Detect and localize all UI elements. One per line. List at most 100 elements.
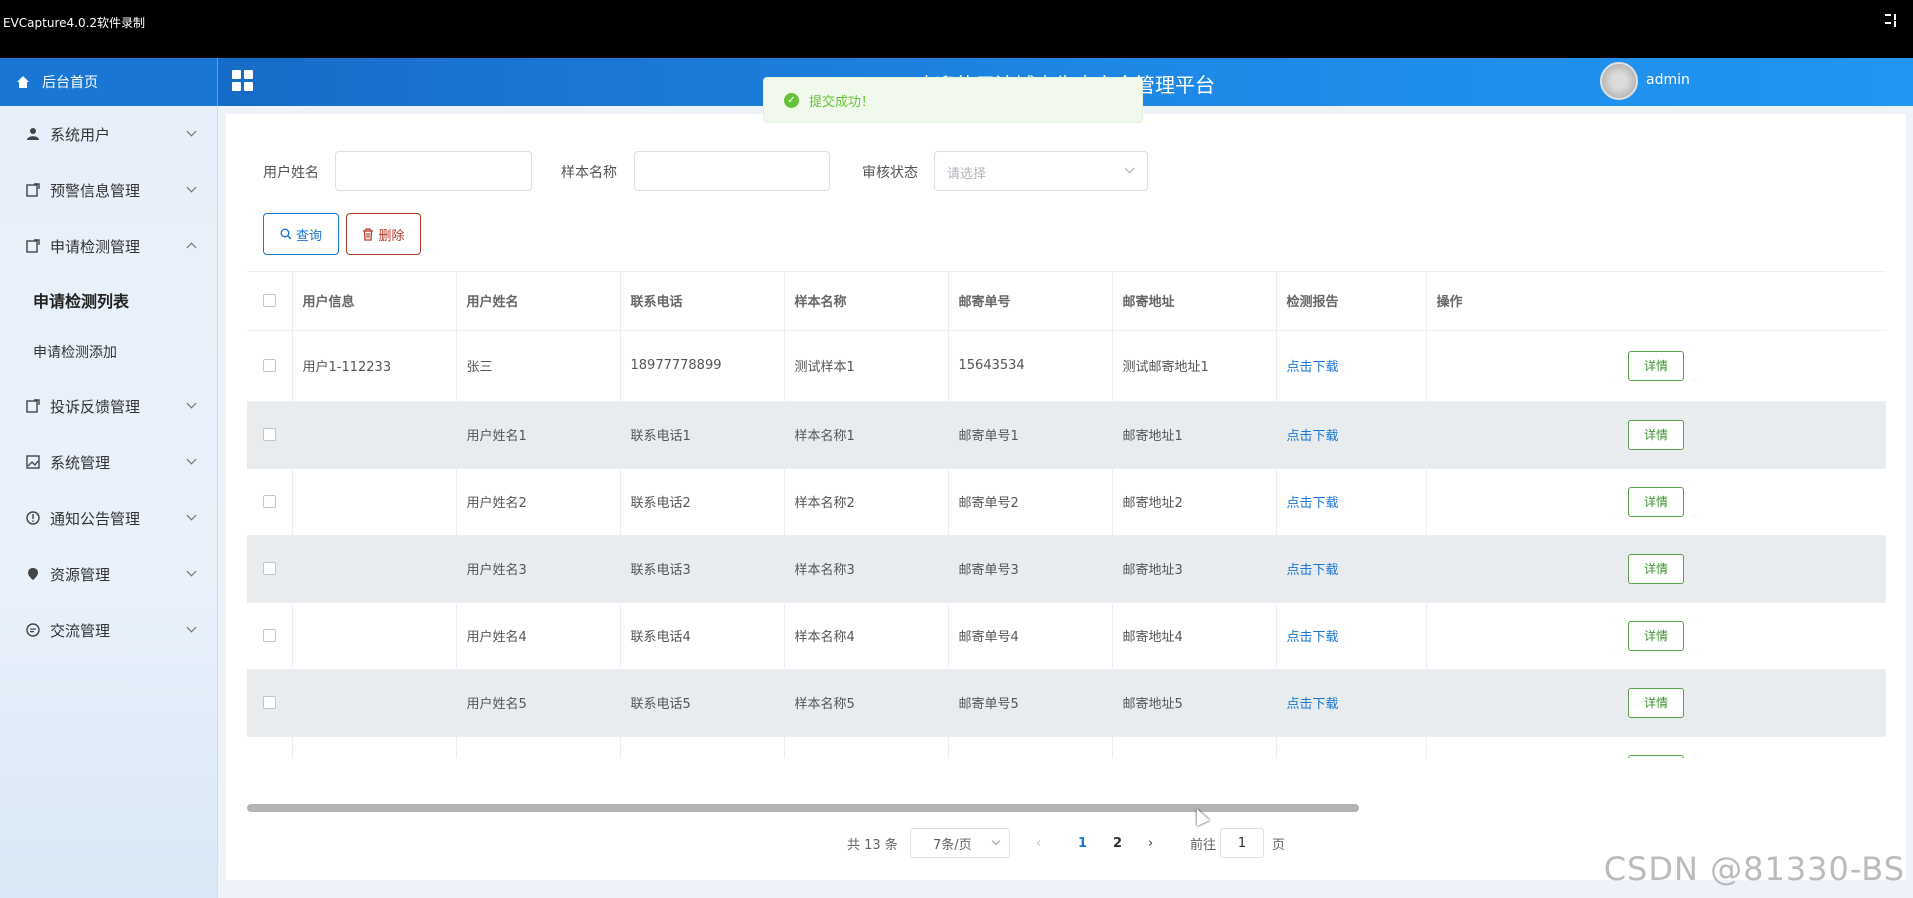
user-name-label: 用户姓名	[263, 165, 319, 181]
select-all-checkbox[interactable]	[247, 272, 293, 331]
sample-name-label: 样本名称	[561, 165, 617, 181]
row-checkbox[interactable]	[247, 468, 293, 536]
user-name-input[interactable]	[335, 151, 532, 191]
column-header: 检测报告	[1276, 272, 1427, 331]
download-report-link[interactable]: 点击下载	[1276, 602, 1427, 670]
page-number-1[interactable]: 1	[1078, 828, 1087, 858]
table-cell: 测试邮寄地址1	[1112, 330, 1277, 402]
edit-icon	[26, 239, 40, 253]
download-report-link[interactable]: 点击下载	[1276, 535, 1427, 603]
download-report-link[interactable]: 点击下载	[1276, 330, 1427, 402]
pagination-total: 共 13 条	[847, 837, 898, 853]
detail-button[interactable]: 详情	[1628, 419, 1684, 450]
chevron-down-icon	[1124, 163, 1135, 174]
download-report-link[interactable]: 点击下载	[1276, 669, 1427, 737]
table-cell	[292, 401, 457, 469]
table-cell: 样本名称5	[784, 669, 949, 737]
column-header: 用户信息	[292, 272, 457, 331]
table-row: 用户姓名6联系电话6样本名称6邮寄单号6邮寄地址6点击下载详情	[247, 736, 1886, 758]
detail-button[interactable]: 详情	[1628, 350, 1684, 381]
table-cell	[292, 535, 457, 603]
row-checkbox[interactable]	[247, 401, 293, 469]
table-cell: 邮寄单号1	[948, 401, 1113, 469]
column-header: 操作	[1426, 272, 1886, 331]
table-cell	[292, 669, 457, 737]
column-header: 用户姓名	[456, 272, 621, 331]
row-checkbox[interactable]	[247, 736, 293, 758]
sidebar-item-inspection-apply[interactable]: 申请检测管理	[0, 218, 217, 274]
table-cell: 联系电话3	[620, 535, 785, 603]
page-number-2[interactable]: 2	[1113, 828, 1122, 858]
collapse-icon[interactable]	[1885, 12, 1901, 28]
table-cell: 邮寄地址4	[1112, 602, 1277, 670]
table-cell: 张三	[456, 330, 621, 402]
table-row: 用户姓名1 联系电话1 样本名称1 邮寄单号1 邮寄地址1 点击下载 详情	[247, 401, 1886, 469]
recorder-title: EVCapture4.0.2软件录制	[3, 16, 146, 30]
row-checkbox[interactable]	[247, 669, 293, 737]
sidebar-item-complaints[interactable]: 投诉反馈管理	[0, 378, 217, 434]
table-cell	[292, 602, 457, 670]
sidebar-subitem-inspection-list[interactable]: 申请检测列表	[0, 274, 217, 326]
chevron-down-icon	[186, 510, 197, 521]
sidebar-item-warning-info[interactable]: 预警信息管理	[0, 162, 217, 218]
table-row: 用户姓名2 联系电话2 样本名称2 邮寄单号2 邮寄地址2 点击下载 详情	[247, 468, 1886, 536]
chevron-down-icon	[186, 398, 197, 409]
row-actions: 详情	[1426, 602, 1886, 670]
sidebar: 系统用户 预警信息管理 申请检测管理 申请检测列表 申请检测添加 投诉反馈管理 …	[0, 106, 218, 898]
table-cell: 邮寄地址3	[1112, 535, 1277, 603]
table-cell: 邮寄地址2	[1112, 468, 1277, 536]
next-page-button[interactable]: ›	[1148, 828, 1153, 858]
search-button[interactable]: 查询	[263, 213, 339, 255]
row-checkbox[interactable]	[247, 330, 293, 402]
detail-button[interactable]: 详情	[1628, 553, 1684, 584]
chevron-down-icon	[186, 622, 197, 633]
table-cell	[292, 468, 457, 536]
table-cell: 用户1-112233	[292, 330, 457, 402]
prev-page-button[interactable]: ‹	[1036, 828, 1041, 858]
avatar[interactable]	[1600, 62, 1638, 100]
table-header-row: 用户信息 用户姓名 联系电话 样本名称 邮寄单号 邮寄地址 检测报告 操作	[247, 272, 1886, 331]
sample-name-input[interactable]	[634, 151, 830, 191]
sidebar-item-label: 预警信息管理	[50, 181, 141, 200]
sidebar-item-label: 投诉反馈管理	[50, 397, 141, 416]
detail-button[interactable]: 详情	[1628, 687, 1684, 718]
row-actions: 详情	[1426, 330, 1886, 402]
sidebar-item-notices[interactable]: 通知公告管理	[0, 490, 217, 546]
sidebar-item-communication[interactable]: 交流管理	[0, 602, 217, 658]
detail-button[interactable]: 详情	[1628, 754, 1684, 758]
goto-page-input[interactable]: 1	[1220, 828, 1264, 858]
table-cell	[292, 736, 457, 758]
recorder-bar: EVCapture4.0.2软件录制	[0, 0, 1913, 58]
delete-button-label: 删除	[378, 228, 405, 244]
row-checkbox[interactable]	[247, 602, 293, 670]
page-size-select[interactable]: 7条/页	[910, 828, 1010, 858]
table-row: 用户姓名4 联系电话4 样本名称4 邮寄单号4 邮寄地址4 点击下载 详情	[247, 602, 1886, 670]
sidebar-subitem-inspection-add[interactable]: 申请检测添加	[0, 326, 217, 378]
home-label: 后台首页	[42, 75, 98, 91]
row-actions: 详情	[1426, 736, 1886, 758]
sidebar-item-system-users[interactable]: 系统用户	[0, 106, 217, 162]
detail-button[interactable]: 详情	[1628, 486, 1684, 517]
delete-button[interactable]: 删除	[346, 213, 421, 255]
table-cell: 用户姓名6	[456, 736, 621, 758]
info-icon	[26, 511, 40, 525]
horizontal-scrollbar[interactable]	[247, 804, 1886, 812]
download-report-link[interactable]: 点击下载	[1276, 468, 1427, 536]
sidebar-item-resources[interactable]: 资源管理	[0, 546, 217, 602]
menu-grid-icon[interactable]	[232, 70, 254, 92]
edit-icon	[26, 399, 40, 413]
row-actions: 详情	[1426, 669, 1886, 737]
status-select[interactable]: 请选择	[934, 151, 1148, 191]
table-cell: 15643534	[948, 330, 1113, 402]
picture-icon	[26, 455, 40, 469]
detail-button[interactable]: 详情	[1628, 620, 1684, 651]
home-link[interactable]: 后台首页	[0, 58, 218, 106]
download-report-link[interactable]: 点击下载	[1276, 401, 1427, 469]
download-report-link[interactable]: 点击下载	[1276, 736, 1427, 758]
table-row: 用户1-112233 张三 18977778899 测试样本1 15643534 测试邮寄…	[247, 330, 1886, 402]
row-checkbox[interactable]	[247, 535, 293, 603]
username[interactable]: admin	[1646, 72, 1690, 88]
table-cell: 邮寄单号5	[948, 669, 1113, 737]
sidebar-item-system-admin[interactable]: 系统管理	[0, 434, 217, 490]
sidebar-item-label: 系统管理	[50, 453, 111, 472]
